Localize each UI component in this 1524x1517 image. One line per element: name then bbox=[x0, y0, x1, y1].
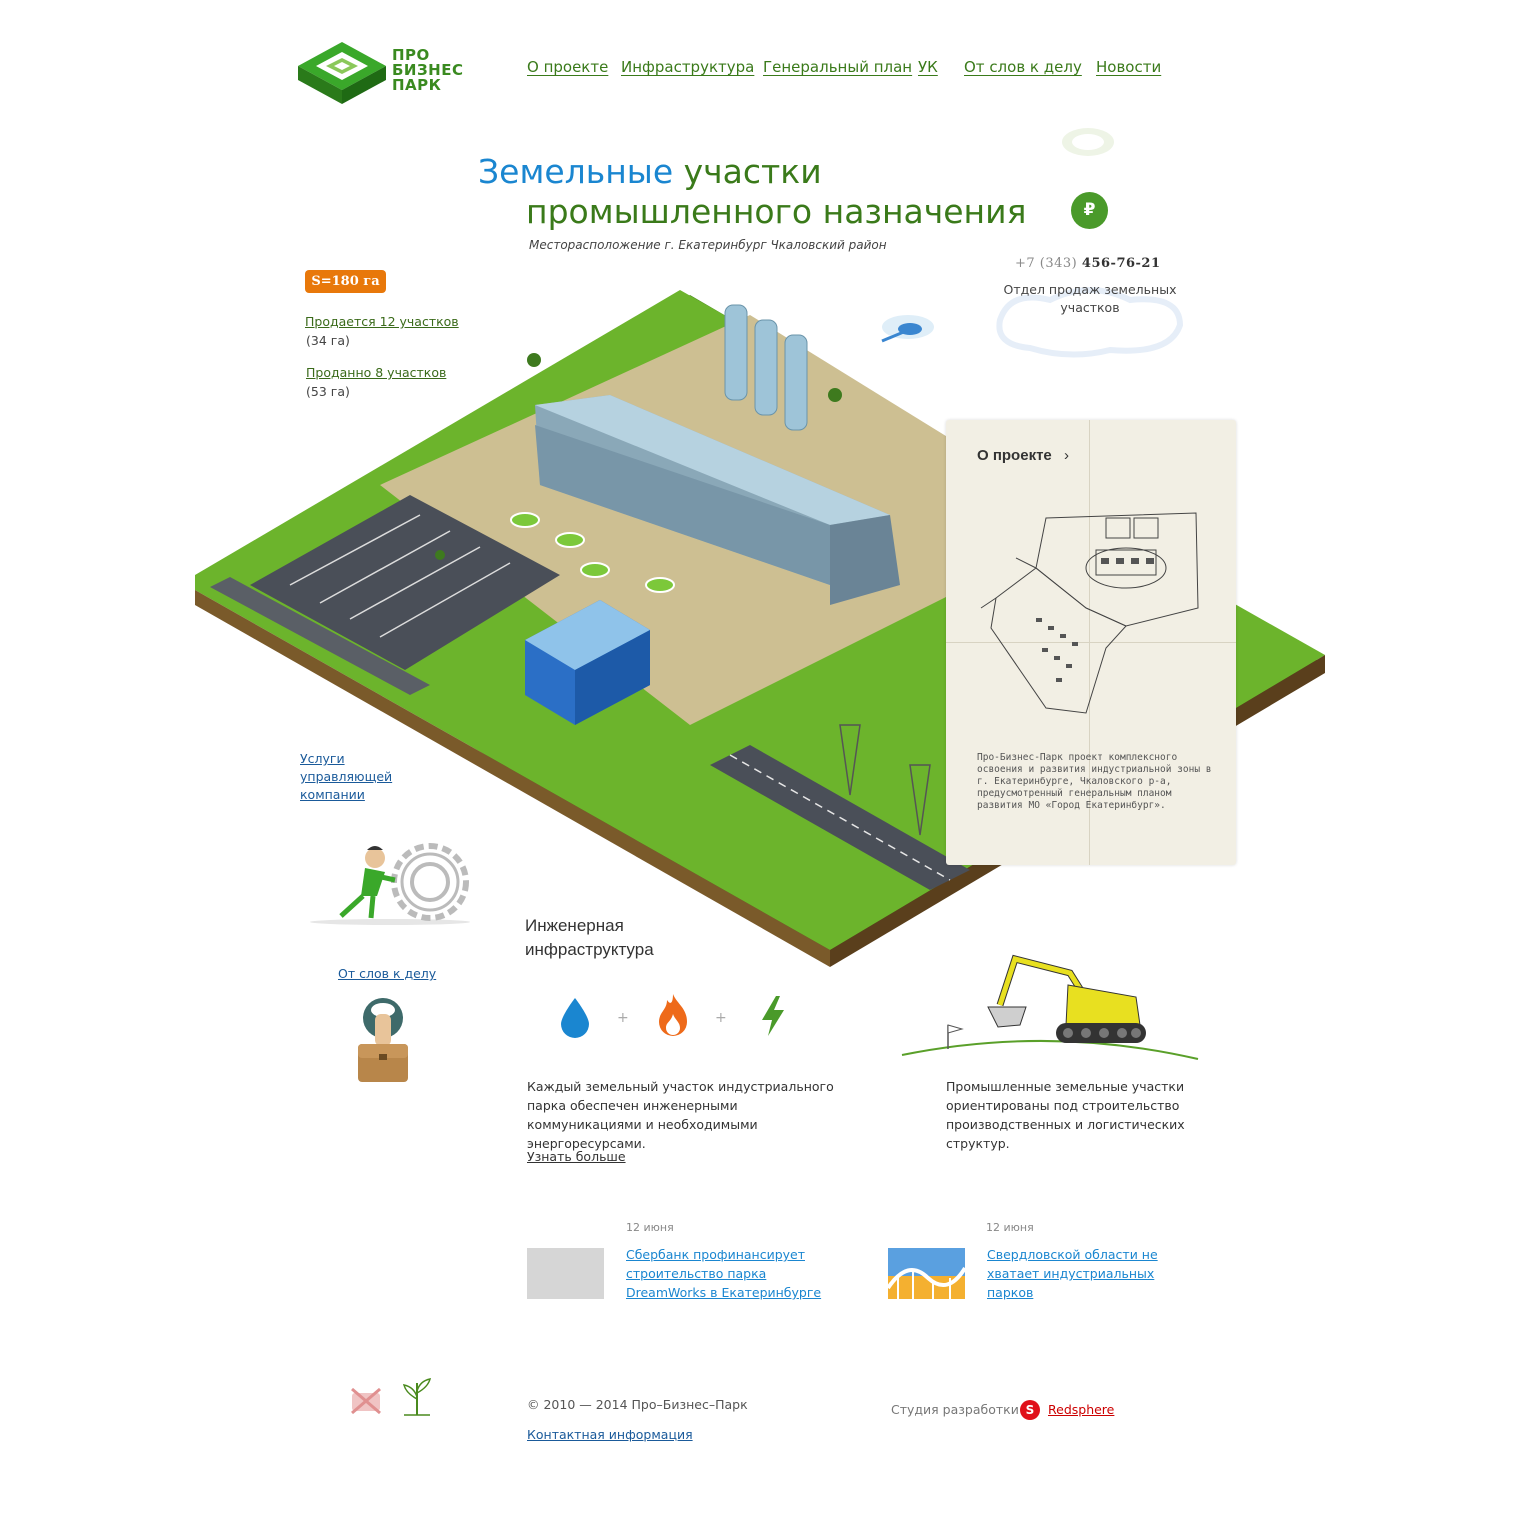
master-plan-map-icon[interactable] bbox=[976, 508, 1206, 718]
management-services-link[interactable]: Услуги управляющей компании bbox=[300, 750, 392, 804]
services-line-2: управляющей bbox=[300, 769, 393, 784]
redsphere-logo-icon[interactable]: S bbox=[1020, 1400, 1040, 1420]
infrastructure-title-line-1: Инженерная bbox=[525, 916, 624, 935]
logo[interactable]: ПРО БИЗНЕС ПАРК bbox=[298, 40, 463, 106]
location-text: Месторасположение г. Екатеринбург Чкалов… bbox=[529, 238, 887, 252]
phone-main: 456-76-21 bbox=[1081, 256, 1161, 271]
services-line-3: компании bbox=[300, 787, 365, 802]
news-date: 12 июня bbox=[986, 1221, 1034, 1234]
plant-icon bbox=[402, 1378, 432, 1416]
copyright: © 2010 — 2014 Про–Бизнес–Парк bbox=[527, 1397, 748, 1412]
nav-about[interactable]: О проекте bbox=[527, 58, 608, 76]
plus-separator-icon: + bbox=[617, 1010, 629, 1026]
news-thumbnail[interactable] bbox=[527, 1248, 604, 1299]
title-word-plots: участки bbox=[683, 152, 822, 191]
project-panel-title[interactable]: О проекте › bbox=[977, 447, 1069, 464]
footer-decoration-icon bbox=[351, 1387, 381, 1415]
logo-wordmark: ПРО БИЗНЕС ПАРК bbox=[392, 48, 463, 93]
chevron-right-icon: › bbox=[1063, 447, 1069, 464]
lightning-icon bbox=[762, 996, 784, 1036]
industrial-description: Промышленные земельные участки ориентиро… bbox=[946, 1079, 1185, 1151]
nav-management[interactable]: УК bbox=[918, 58, 938, 76]
plus-separator-icon: + bbox=[715, 1010, 727, 1026]
excavator-icon bbox=[901, 954, 1199, 1060]
project-description: Про-Бизнес-Парк проект комплексного осво… bbox=[977, 752, 1212, 811]
logo-line-3: ПАРК bbox=[392, 76, 442, 94]
briefcase-icon bbox=[358, 998, 408, 1082]
cloud-icon bbox=[1062, 128, 1114, 156]
redsphere-link[interactable]: Redsphere bbox=[1048, 1402, 1114, 1417]
studio-label: Студия разработки bbox=[891, 1402, 1019, 1417]
helicopter-icon bbox=[881, 315, 934, 343]
title-word-land: Земельные bbox=[478, 152, 674, 191]
phone-prefix: +7 (343) bbox=[1015, 256, 1078, 271]
page-title-line-1: Земельные участки bbox=[478, 152, 822, 191]
ruble-symbol: ₽ bbox=[1083, 200, 1096, 220]
learn-more-link[interactable]: Узнать больше bbox=[527, 1147, 626, 1166]
news-date: 12 июня bbox=[626, 1221, 674, 1234]
news-thumbnail[interactable] bbox=[888, 1248, 965, 1299]
logo-mark-icon bbox=[298, 42, 386, 104]
nav-master-plan[interactable]: Генеральный план bbox=[763, 58, 912, 76]
ruble-icon[interactable]: ₽ bbox=[1071, 192, 1108, 229]
news-link[interactable]: Свердловской области не хватает индустри… bbox=[987, 1245, 1162, 1302]
infrastructure-title-line-2: инфраструктура bbox=[525, 940, 654, 959]
page-title-line-2: промышленного назначения bbox=[526, 192, 1027, 231]
fire-icon bbox=[659, 994, 687, 1036]
project-panel[interactable]: О проекте › Про-Бизнес-Парк проект компл… bbox=[946, 420, 1236, 865]
infrastructure-title: Инженерная инфраструктура bbox=[525, 914, 654, 962]
project-panel-title-text: О проекте bbox=[977, 447, 1052, 464]
contact-info-link[interactable]: Контактная информация bbox=[527, 1427, 693, 1442]
words-to-deeds-link[interactable]: От слов к делу bbox=[338, 966, 436, 981]
nav-words-to-deeds[interactable]: От слов к делу bbox=[964, 58, 1082, 76]
phone-number[interactable]: +7 (343) 456-76-21 bbox=[1015, 256, 1161, 271]
infrastructure-description: Каждый земельный участок индустриального… bbox=[527, 1079, 834, 1151]
services-line-1: Услуги bbox=[300, 751, 345, 766]
worker-gear-icon bbox=[310, 843, 470, 925]
water-drop-icon bbox=[561, 998, 589, 1038]
nav-infrastructure[interactable]: Инфраструктура bbox=[621, 58, 754, 76]
redsphere-logo-letter: S bbox=[1025, 1403, 1035, 1417]
nav-news[interactable]: Новости bbox=[1096, 58, 1161, 76]
news-link[interactable]: Сбербанк профинансирует строительство па… bbox=[626, 1245, 826, 1302]
